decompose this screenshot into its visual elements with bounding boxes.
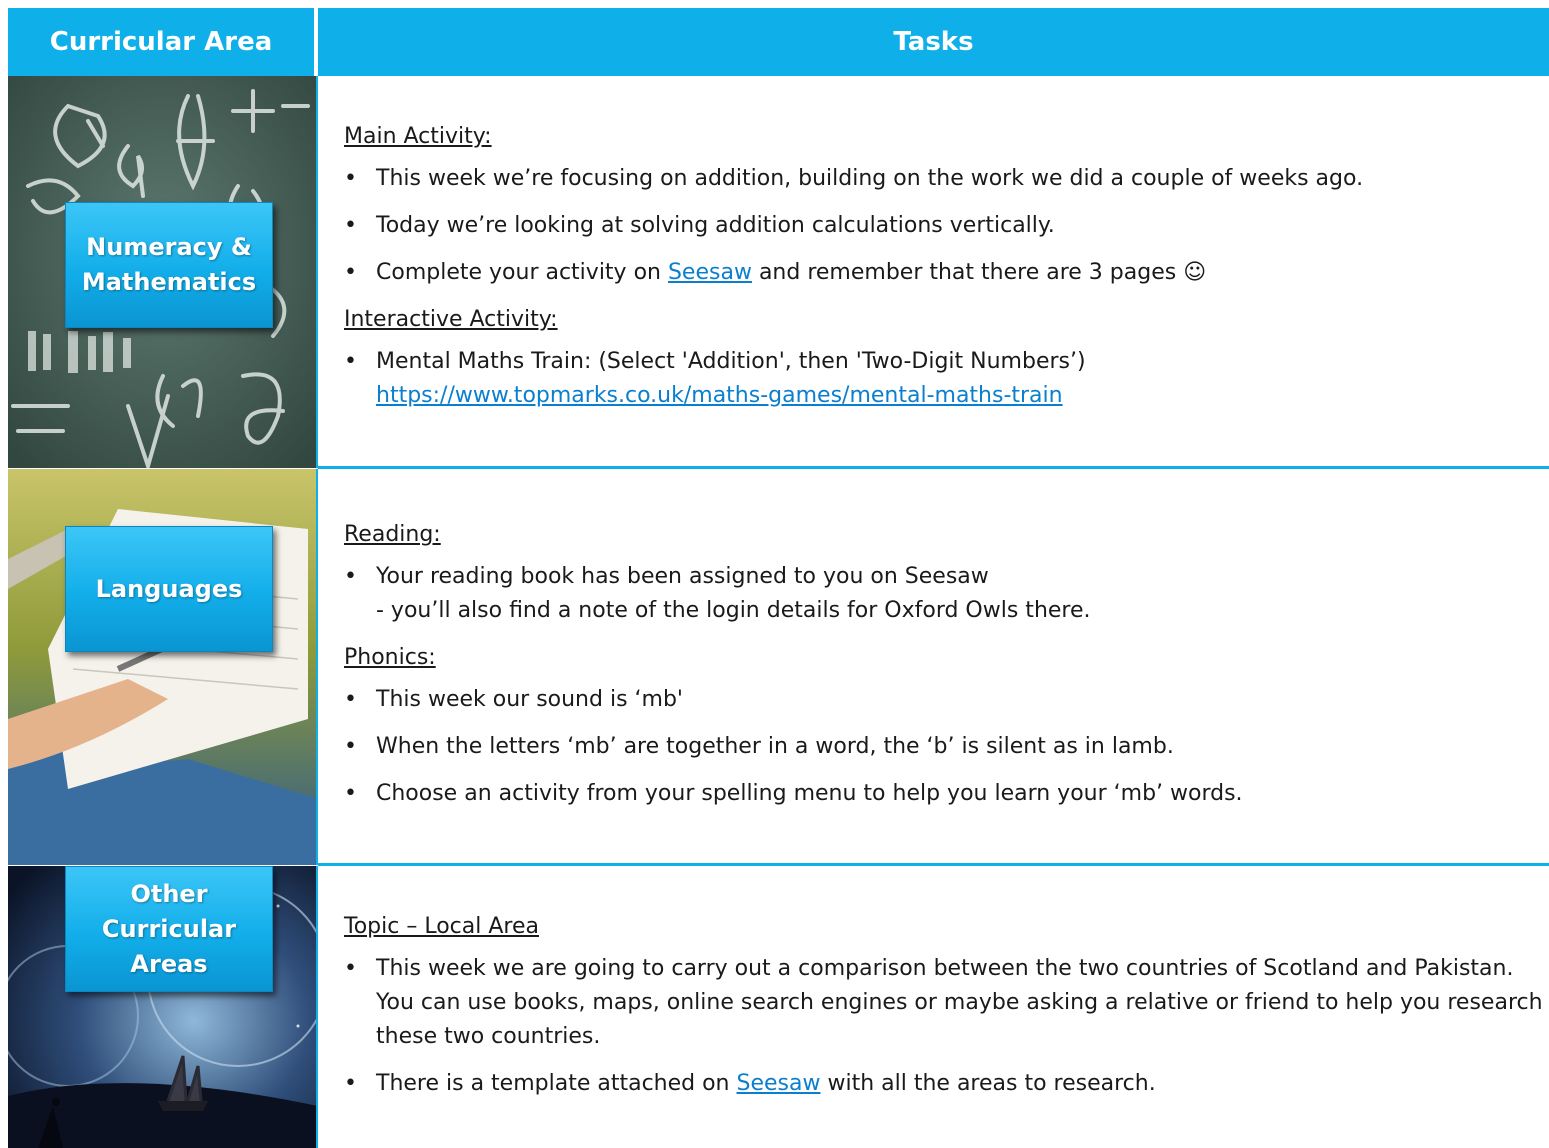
task-list: This week we’re focusing on addition, bu… (344, 162, 1544, 290)
column-divider (316, 866, 318, 1148)
area-label-line: Curricular (101, 914, 237, 943)
area-badge-numeracy: Numeracy & Mathematics (65, 202, 273, 328)
task-list: This week our sound is ‘mb' When the let… (344, 683, 1544, 811)
tasks-other-areas: Topic – Local Area This week we are goin… (344, 910, 1544, 1114)
list-item: Complete your activity on Seesaw and rem… (344, 256, 1544, 290)
area-badge-other: Other Curricular Areas (65, 866, 273, 992)
list-item: This week we’re focusing on addition, bu… (344, 162, 1544, 196)
area-label-line: Mathematics (81, 268, 257, 296)
list-item: Choose an activity from your spelling me… (344, 777, 1544, 811)
tasks-numeracy: Main Activity: This week we’re focusing … (344, 120, 1544, 426)
list-item: This week our sound is ‘mb' (344, 683, 1544, 717)
area-label-line: Areas (130, 949, 208, 978)
area-label-line: Other (130, 879, 208, 908)
list-item: When the letters ‘mb’ are together in a … (344, 730, 1544, 764)
seesaw-link[interactable]: Seesaw (737, 1071, 821, 1096)
column-divider (316, 469, 318, 865)
section-title: Reading: (344, 522, 441, 547)
list-item: There is a template attached on Seesaw w… (344, 1067, 1544, 1101)
task-list: Mental Maths Train: (Select 'Addition', … (344, 345, 1544, 413)
area-label-line: Numeracy & (86, 233, 252, 261)
section-title: Main Activity: (344, 124, 492, 149)
task-list: Your reading book has been assigned to y… (344, 560, 1544, 628)
area-label-line: Languages (95, 574, 243, 603)
section-title: Interactive Activity: (344, 307, 558, 332)
topmarks-link[interactable]: https://www.topmarks.co.uk/maths-games/m… (376, 379, 1544, 413)
list-item: This week we are going to carry out a co… (344, 952, 1544, 1054)
task-list: This week we are going to carry out a co… (344, 952, 1544, 1101)
list-item: Today we’re looking at solving addition … (344, 209, 1544, 243)
header-curricular-area: Curricular Area (8, 8, 314, 76)
header-tasks: Tasks (318, 8, 1549, 76)
reading-image: Languages (8, 469, 318, 865)
row-divider (318, 466, 1549, 469)
list-item: Your reading book has been assigned to y… (344, 560, 1544, 628)
fantasy-image: Other Curricular Areas (8, 866, 318, 1148)
timetable: Curricular Area Tasks Numeracy & Mathema… (8, 8, 1549, 1148)
area-badge-languages: Languages (65, 526, 273, 652)
seesaw-link[interactable]: Seesaw (668, 260, 752, 285)
list-item: Mental Maths Train: (Select 'Addition', … (344, 345, 1544, 413)
tasks-languages: Reading: Your reading book has been assi… (344, 518, 1544, 824)
section-title: Topic – Local Area (344, 914, 539, 939)
chalkboard-image: Numeracy & Mathematics (8, 76, 318, 468)
row-divider (318, 863, 1549, 866)
section-title: Phonics: (344, 645, 436, 670)
column-divider (316, 76, 318, 468)
